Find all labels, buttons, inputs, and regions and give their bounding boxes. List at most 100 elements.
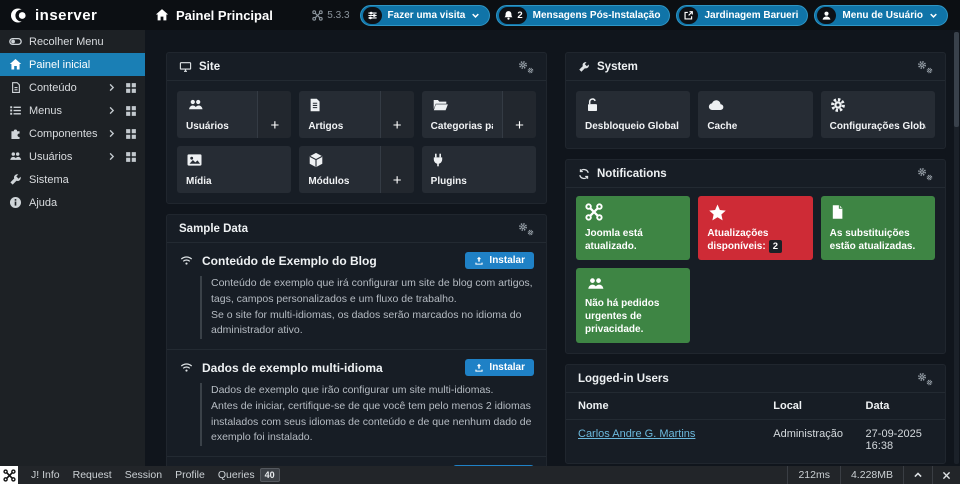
quick-tile-global-configuration[interactable]: Configurações Globais: [821, 91, 935, 138]
debug-tab-session[interactable]: Session: [125, 469, 162, 481]
add-category-button[interactable]: +: [502, 91, 536, 138]
logged-in-user-link[interactable]: Carlos Andre G. Martins: [578, 428, 695, 440]
notification-updates-available[interactable]: Atualizações disponíveis:2: [698, 196, 812, 260]
sidebar-item-collapse-menu[interactable]: Recolher Menu: [0, 30, 145, 53]
sidebar-item-users[interactable]: Usuários: [0, 145, 145, 168]
sample-data-description: Conteúdo de exemplo que irá configurar u…: [200, 276, 534, 339]
quick-tile-users[interactable]: Usuários +: [177, 91, 291, 138]
install-blog-sample-button[interactable]: Instalar: [465, 252, 534, 269]
debug-tab-info[interactable]: J! Info: [31, 469, 60, 481]
tour-icon: [363, 7, 382, 24]
take-tour-button[interactable]: Fazer uma visita: [360, 5, 491, 26]
list-icon: [9, 104, 22, 117]
wifi-icon: [179, 254, 194, 267]
date-cell: 27-09-202516:38: [866, 428, 933, 452]
sidebar-item-content[interactable]: Conteúdo: [0, 76, 145, 99]
card-title: System: [597, 61, 638, 73]
brand-logo[interactable]: inserver: [0, 6, 145, 25]
logo-text: inserver: [35, 7, 97, 24]
image-icon: [186, 152, 282, 168]
scrollbar-thumb[interactable]: [954, 32, 959, 127]
joomla-version: 5.3.3: [312, 10, 349, 21]
page-title: Painel Principal: [155, 8, 273, 23]
main-content: Site Usuários +: [145, 30, 960, 466]
article-icon: [308, 97, 370, 113]
wifi-icon: [179, 361, 194, 374]
user-menu-button[interactable]: Menu de Usuário: [814, 5, 948, 26]
file-icon: [9, 81, 22, 94]
logo-icon: [10, 6, 29, 25]
messages-count-badge: 2: [517, 10, 522, 21]
cogs-icon[interactable]: [917, 60, 933, 73]
users-icon: [9, 150, 22, 163]
add-module-button[interactable]: +: [380, 146, 414, 193]
updates-count-badge: 2: [769, 240, 782, 253]
sync-icon: [578, 168, 590, 180]
notification-joomla-updated[interactable]: Joomla está atualizado.: [576, 196, 690, 260]
wrench-icon: [9, 173, 22, 186]
scrollbar-track[interactable]: [954, 32, 959, 464]
quick-tile-plugins[interactable]: Plugins: [422, 146, 536, 193]
sidebar-item-help[interactable]: Ajuda: [0, 191, 145, 214]
debug-tab-profile[interactable]: Profile: [175, 469, 205, 481]
file-icon: [830, 203, 926, 221]
close-icon[interactable]: [932, 466, 960, 484]
user-name-cell: Carlos Andre G. Martins: [578, 428, 773, 452]
sidebar-item-components[interactable]: Componentes: [0, 122, 145, 145]
sidebar-item-system[interactable]: Sistema: [0, 168, 145, 191]
joomla-debug-icon[interactable]: [0, 466, 18, 484]
quick-tile-modules[interactable]: Módulos +: [299, 146, 413, 193]
chevron-right-icon: [107, 129, 116, 138]
card-title: Sample Data: [179, 223, 248, 235]
users-icon: [186, 97, 248, 113]
card-title: Site: [199, 61, 220, 73]
cogs-icon[interactable]: [518, 60, 534, 73]
sample-data-item: Dados de exemplo multi-idioma Instalar D…: [167, 350, 546, 457]
quick-tile-global-checkin[interactable]: Desbloqueio Global: [576, 91, 690, 138]
toggle-icon: [9, 35, 22, 48]
grid-icon[interactable]: [125, 151, 137, 163]
cube-icon: [308, 152, 370, 168]
chevron-up-icon[interactable]: [903, 466, 932, 484]
chevron-right-icon: [107, 106, 116, 115]
quick-tile-cache[interactable]: Cache: [698, 91, 812, 138]
post-install-messages-button[interactable]: 2 Mensagens Pós-Instalação: [496, 5, 670, 26]
grid-icon[interactable]: [125, 105, 137, 117]
debug-statusbar: J! Info Request Session Profile Queries4…: [0, 466, 960, 484]
install-multilang-sample-button[interactable]: Instalar: [465, 359, 534, 376]
grid-icon[interactable]: [125, 82, 137, 94]
notification-overrides-updated[interactable]: As substituições estão atualizadas.: [821, 196, 935, 260]
cogs-icon[interactable]: [518, 222, 534, 235]
card-title: Logged-in Users: [578, 373, 669, 385]
notifications-card: Notifications Joomla está atualizado.: [565, 159, 946, 354]
chevron-right-icon: [107, 83, 116, 92]
sample-data-item: Conteúdo de Exemplo do Blog Instalar Con…: [167, 243, 546, 350]
quick-tile-articles[interactable]: Artigos +: [299, 91, 413, 138]
cloud-icon: [707, 97, 803, 113]
gear-icon: [830, 97, 926, 113]
unlock-icon: [585, 97, 681, 113]
table-header: Nome Local Data: [566, 393, 945, 420]
debug-tab-queries[interactable]: Queries40: [218, 468, 280, 482]
wrench-icon: [578, 61, 590, 73]
grid-icon[interactable]: [125, 128, 137, 140]
chevron-down-icon: [929, 11, 938, 20]
add-user-button[interactable]: +: [257, 91, 291, 138]
sidebar-item-menus[interactable]: Menus: [0, 99, 145, 122]
add-article-button[interactable]: +: [380, 91, 414, 138]
cogs-icon[interactable]: [917, 372, 933, 385]
quick-tile-media[interactable]: Mídia: [177, 146, 291, 193]
render-time: 212ms: [787, 466, 840, 484]
user-icon: [817, 7, 836, 24]
card-title: Notifications: [597, 168, 667, 180]
topbar-actions: Fazer uma visita 2 Mensagens Pós-Instala…: [360, 5, 948, 26]
preview-site-button[interactable]: Jardinagem Barueri: [676, 5, 808, 26]
external-link-icon: [679, 7, 698, 24]
cogs-icon[interactable]: [917, 167, 933, 180]
notification-privacy-requests[interactable]: Não há pedidos urgentes de privacidade.: [576, 268, 690, 343]
sidebar-item-home-dashboard[interactable]: Painel inicial: [0, 53, 145, 76]
debug-tab-request[interactable]: Request: [73, 469, 112, 481]
quick-tile-article-categories[interactable]: Categorias para artigos +: [422, 91, 536, 138]
joomla-icon: [312, 10, 323, 21]
queries-count-badge: 40: [260, 468, 280, 482]
